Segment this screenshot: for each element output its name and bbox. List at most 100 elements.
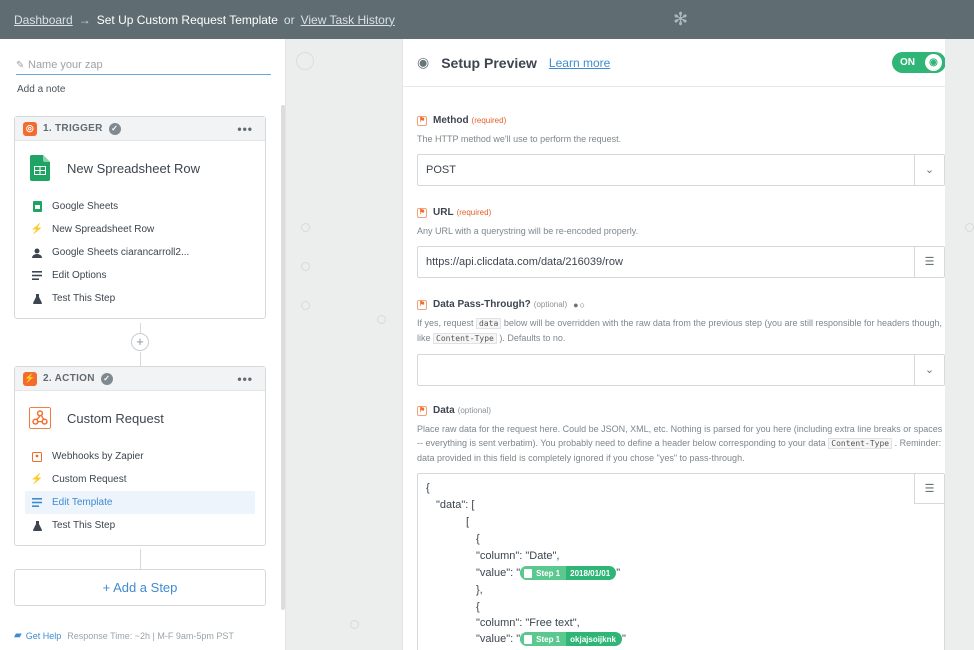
action-step-edit-template[interactable]: Edit Template xyxy=(25,491,255,514)
method-label: Method xyxy=(433,115,469,126)
google-sheets-icon xyxy=(524,634,533,644)
step-label: Custom Request xyxy=(52,474,127,485)
method-label-row: ⚑ Method (required) xyxy=(417,115,945,126)
google-sheets-icon xyxy=(29,155,51,181)
action-app-title[interactable]: Custom Request xyxy=(15,391,265,445)
flask-icon xyxy=(31,520,43,532)
optional-tag: (optional) xyxy=(457,406,492,415)
action-step-test[interactable]: Test This Step xyxy=(25,514,255,537)
code-text: "value": " xyxy=(476,632,521,645)
pill-step-label: Step 1 xyxy=(536,634,561,644)
trigger-step-options[interactable]: Edit Options xyxy=(25,264,255,287)
preview-header: ◉ Setup Preview Learn more ON ◉ xyxy=(403,39,946,87)
setup-preview-panel: ◉ Setup Preview Learn more ON ◉ ⚑ Method… xyxy=(402,39,946,650)
method-select[interactable]: POST ⌄ xyxy=(417,154,945,186)
eye-icon: ◉ xyxy=(417,54,430,70)
bolt-icon: ⚡ xyxy=(30,224,44,235)
trigger-title: New Spreadsheet Row xyxy=(67,160,200,176)
webhook-icon: ⚑ xyxy=(417,405,427,416)
code-line: { xyxy=(426,482,430,494)
trigger-app-title[interactable]: New Spreadsheet Row xyxy=(15,141,265,195)
step-field-pill[interactable]: Step 1 2018/01/01 xyxy=(520,566,617,580)
on-toggle[interactable]: ON ◉ xyxy=(892,52,946,73)
canvas-gutter xyxy=(286,39,402,650)
url-label-row: ⚑ URL (required) xyxy=(417,207,945,218)
add-step-between-button[interactable]: + xyxy=(131,333,149,351)
trigger-badge-icon: ◎ xyxy=(23,121,37,136)
pill-value: 2018/01/01 xyxy=(570,568,611,578)
action-title: Custom Request xyxy=(67,410,164,426)
webhook-icon: ⚑ xyxy=(417,115,427,126)
code-text: " xyxy=(616,566,621,579)
task-history-link[interactable]: View Task History xyxy=(301,13,395,27)
trigger-card-header[interactable]: ◎ 1. TRIGGER ✓ ••• xyxy=(15,117,265,141)
step-label: Webhooks by Zapier xyxy=(52,451,144,462)
more-options-icon[interactable]: ••• xyxy=(237,122,253,136)
flask-icon xyxy=(31,293,43,305)
chat-icon: ▰ xyxy=(14,630,22,641)
passthrough-select[interactable]: ⌄ xyxy=(417,354,945,386)
code-line: "value": " Step 1 okjajsoijknk " xyxy=(476,632,626,646)
add-note-link[interactable]: Add a note xyxy=(17,84,65,95)
google-sheets-icon xyxy=(31,201,43,213)
add-step-button[interactable]: + Add a Step xyxy=(14,569,266,606)
toggle-label: ON xyxy=(900,57,915,68)
help-footer: ▰ Get Help Response Time: ~2h | M-F 9am-… xyxy=(14,630,234,641)
trigger-step-event[interactable]: ⚡ New Spreadsheet Row xyxy=(25,218,255,241)
chevron-down-icon[interactable]: ⌄ xyxy=(914,355,944,385)
trigger-card: ◎ 1. TRIGGER ✓ ••• New Spreadsheet Row G… xyxy=(14,116,266,319)
trigger-step-test[interactable]: Test This Step xyxy=(25,287,255,310)
webhook-icon: ⚑ xyxy=(417,207,427,218)
learn-more-link[interactable]: Learn more xyxy=(549,56,610,70)
code-line: "column": "Date", xyxy=(476,550,560,562)
action-header-label: 2. ACTION xyxy=(43,373,95,384)
method-help: The HTTP method we'll use to perform the… xyxy=(417,134,622,144)
dashboard-link[interactable]: Dashboard xyxy=(14,13,73,27)
code-line: { xyxy=(476,533,480,545)
step-label: Google Sheets xyxy=(52,201,119,212)
list-icon xyxy=(31,270,43,282)
list-icon xyxy=(31,497,43,509)
step-label: Edit Options xyxy=(52,270,107,281)
zap-editor-sidebar: ✎ Name your zap Add a note ◎ 1. TRIGGER … xyxy=(0,39,286,650)
sidebar-scrollbar[interactable] xyxy=(281,105,285,610)
response-time: Response Time: ~2h | M-F 9am-5pm PST xyxy=(67,630,234,641)
trigger-steps: Google Sheets ⚡ New Spreadsheet Row Goog… xyxy=(15,195,265,318)
method-field: ⚑ Method (required) The HTTP method we'l… xyxy=(417,115,945,186)
connector-line xyxy=(140,549,141,569)
data-help: Place raw data for the request here. Cou… xyxy=(417,422,945,465)
passthrough-help: If yes, request data below will be overr… xyxy=(417,316,945,346)
action-step-app[interactable]: Webhooks by Zapier xyxy=(25,445,255,468)
step-field-pill[interactable]: Step 1 okjajsoijknk xyxy=(520,632,622,646)
webhook-icon: ⚑ xyxy=(417,299,427,310)
url-input[interactable]: https://api.clicdata.com/data/216039/row… xyxy=(417,246,945,278)
trigger-header-label: 1. TRIGGER xyxy=(43,123,103,134)
insert-field-icon[interactable]: ☰ xyxy=(914,247,944,277)
canvas-gutter-right xyxy=(945,39,974,650)
zap-name-input[interactable]: ✎ Name your zap xyxy=(16,59,271,75)
get-help-link[interactable]: Get Help xyxy=(26,631,62,641)
trigger-step-app[interactable]: Google Sheets xyxy=(25,195,255,218)
trigger-step-account[interactable]: Google Sheets ciarancarroll2... xyxy=(25,241,255,264)
action-card-header[interactable]: ⚡ 2. ACTION ✓ ••• xyxy=(15,367,265,391)
decorative-dot xyxy=(350,620,359,629)
check-icon: ✓ xyxy=(100,372,113,385)
more-options-icon[interactable]: ••• xyxy=(237,372,253,386)
webhook-icon xyxy=(29,405,51,431)
chevron-down-icon[interactable]: ⌄ xyxy=(914,155,944,185)
decorative-circle xyxy=(296,52,314,70)
pill-step: Step 1 xyxy=(520,566,567,580)
insert-field-icon[interactable]: ☰ xyxy=(914,474,944,504)
action-step-event[interactable]: ⚡ Custom Request xyxy=(25,468,255,491)
pencil-icon: ✎ xyxy=(16,60,25,71)
data-textarea[interactable]: ☰ { "data": [ [ { "column": "Date", "val… xyxy=(417,473,945,650)
step-label: Edit Template xyxy=(52,497,113,508)
zapier-logo-icon: ✻ xyxy=(673,9,689,29)
webhook-icon xyxy=(31,451,43,463)
zap-name-placeholder: Name your zap xyxy=(28,59,103,71)
passthrough-label: Data Pass-Through? xyxy=(433,299,531,310)
code-text: "value": " xyxy=(476,566,521,579)
required-tag: (required) xyxy=(456,208,492,217)
decorative-dot xyxy=(301,262,310,271)
decorative-dot xyxy=(301,223,310,232)
